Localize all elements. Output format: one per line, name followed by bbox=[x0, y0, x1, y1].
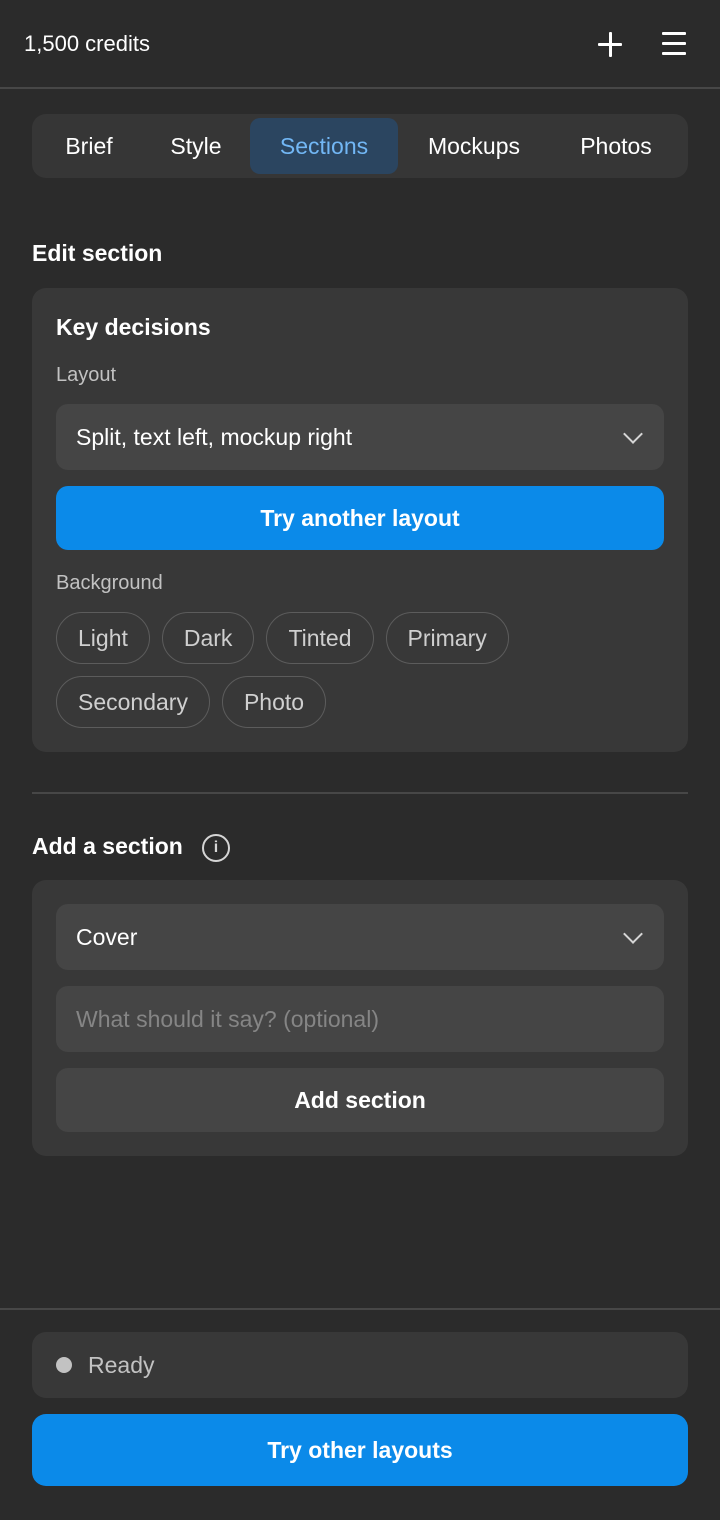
chevron-down-icon bbox=[623, 424, 643, 444]
layout-select-value: Split, text left, mockup right bbox=[76, 423, 353, 450]
header-actions bbox=[592, 26, 692, 62]
info-icon[interactable]: i bbox=[202, 834, 230, 862]
tab-bar: Brief Style Sections Mockups Photos bbox=[32, 114, 688, 178]
tab-sections[interactable]: Sections bbox=[250, 118, 398, 174]
tab-photos[interactable]: Photos bbox=[550, 118, 682, 174]
section-divider bbox=[32, 792, 688, 794]
tab-mockups[interactable]: Mockups bbox=[398, 118, 550, 174]
background-chip-primary[interactable]: Primary bbox=[385, 612, 509, 664]
background-chip-tinted[interactable]: Tinted bbox=[266, 612, 374, 664]
background-label: Background bbox=[56, 572, 163, 594]
background-options: Light Dark Tinted Primary Secondary Phot… bbox=[56, 612, 664, 728]
status-text: Ready bbox=[88, 1351, 155, 1378]
top-bar: 1,500 credits bbox=[0, 0, 720, 89]
tab-brief[interactable]: Brief bbox=[36, 118, 142, 174]
edit-section-title: Edit section bbox=[32, 240, 163, 266]
background-chip-dark[interactable]: Dark bbox=[161, 612, 255, 664]
chevron-down-icon bbox=[623, 924, 643, 944]
add-section-button[interactable]: Add section bbox=[56, 1068, 664, 1132]
section-text-input[interactable] bbox=[56, 986, 664, 1052]
menu-icon-line bbox=[662, 42, 686, 45]
footer: Ready Try other layouts bbox=[0, 1308, 720, 1520]
credits-balance: 1,500 credits bbox=[24, 30, 150, 56]
key-decisions-heading: Key decisions bbox=[56, 314, 211, 340]
background-chip-light[interactable]: Light bbox=[56, 612, 150, 664]
add-section-card: Cover Add section bbox=[32, 880, 688, 1156]
tab-style[interactable]: Style bbox=[142, 118, 250, 174]
menu-icon-line bbox=[662, 32, 686, 35]
menu-icon[interactable] bbox=[656, 26, 692, 62]
status-dot bbox=[56, 1357, 72, 1373]
key-decisions-card: Key decisions Layout Split, text left, m… bbox=[32, 288, 688, 752]
layout-label: Layout bbox=[56, 364, 117, 386]
section-type-value: Cover bbox=[76, 923, 138, 950]
background-chip-photo[interactable]: Photo bbox=[221, 676, 327, 728]
try-another-layout-button[interactable]: Try another layout bbox=[56, 486, 664, 550]
background-chip-secondary[interactable]: Secondary bbox=[56, 676, 210, 728]
try-other-layouts-button[interactable]: Try other layouts bbox=[32, 1414, 688, 1486]
section-type-select[interactable]: Cover bbox=[56, 904, 664, 970]
app: 1,500 credits Brief Style Sections Mocku… bbox=[0, 0, 720, 1520]
status-bar: Ready bbox=[32, 1332, 688, 1398]
plus-icon[interactable] bbox=[592, 26, 628, 62]
menu-icon-line bbox=[662, 52, 686, 55]
add-section-title: Add a section bbox=[32, 833, 183, 859]
layout-select[interactable]: Split, text left, mockup right bbox=[56, 404, 664, 470]
